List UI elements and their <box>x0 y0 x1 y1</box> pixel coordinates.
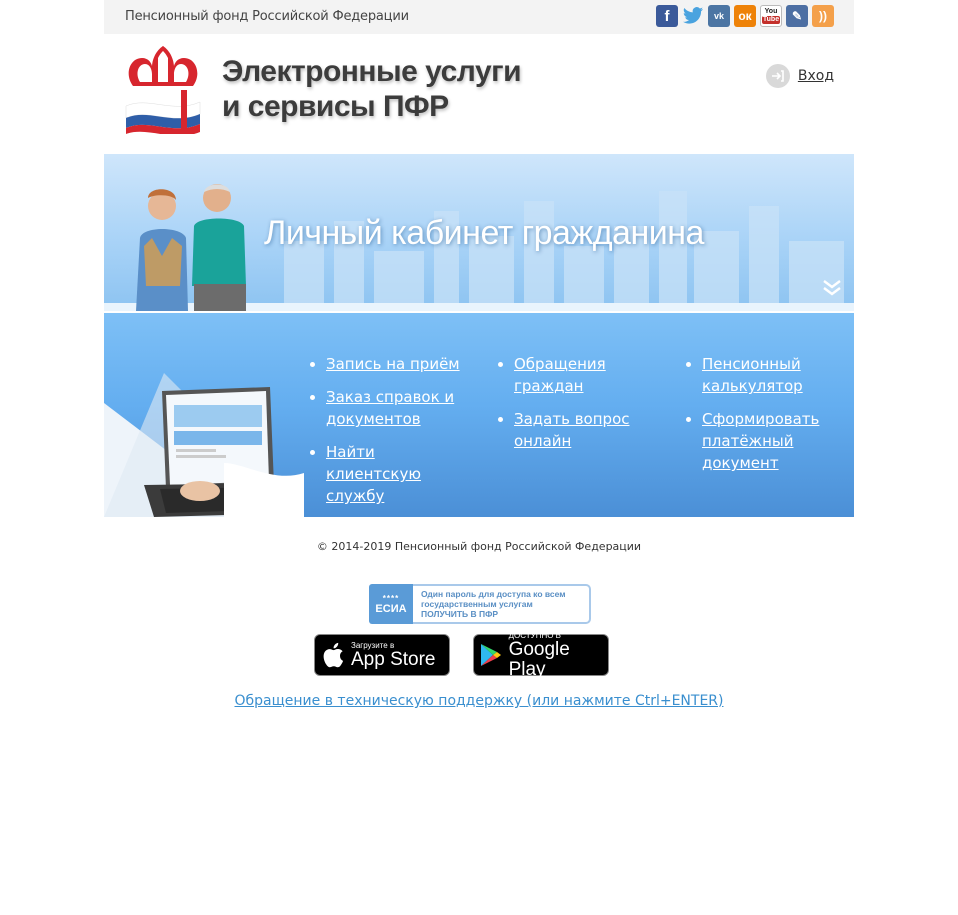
services-column-3: Пенсионный калькулятор Сформировать плат… <box>684 353 824 485</box>
app-store-text: Загрузите в App Store <box>351 641 436 670</box>
list-item: Задать вопрос онлайн <box>514 408 636 452</box>
rss-glyph: )) <box>819 9 827 23</box>
services-list-3: Пенсионный калькулятор Сформировать плат… <box>684 353 824 474</box>
banner-title: Личный кабинет гражданина <box>264 214 704 252</box>
support-section: Обращение в техническую поддержку (или н… <box>0 690 958 709</box>
top-bar: Пенсионный фонд Российской Федерации f v… <box>104 0 854 34</box>
double-chevron-down-icon[interactable] <box>822 279 842 297</box>
pfr-logo[interactable] <box>118 44 208 136</box>
services-column-2: Обращения граждан Задать вопрос онлайн <box>496 353 636 463</box>
site-title-line2: и сервисы ПФР <box>222 90 449 123</box>
list-item: Пенсионный калькулятор <box>702 353 824 397</box>
esia-line3: ПОЛУЧИТЬ В ПФР <box>421 609 499 619</box>
citizen-appeals-link[interactable]: Обращения граждан <box>514 355 606 395</box>
payment-document-link[interactable]: Сформировать платёжный документ <box>702 410 819 472</box>
elderly-couple-image <box>136 184 246 311</box>
order-documents-link[interactable]: Заказ справок и документов <box>326 388 454 428</box>
esia-banner[interactable]: **** ЕСИА Один пароль для доступа ко все… <box>369 584 591 624</box>
vkontakte-icon[interactable]: vk <box>708 5 730 27</box>
ask-question-online-link[interactable]: Задать вопрос онлайн <box>514 410 630 450</box>
google-play-text: ДОСТУПНО В Google Play <box>509 631 608 680</box>
vk-glyph: vk <box>713 11 724 21</box>
twitter-icon[interactable] <box>682 5 704 27</box>
apple-icon <box>315 642 351 668</box>
site-title: Электронные услуги и сервисы ПФР <box>222 54 522 124</box>
esia-badge-label: ЕСИА <box>375 602 407 615</box>
esia-stars: **** <box>382 593 400 603</box>
list-item: Найти клиентскую службу <box>326 441 468 507</box>
google-play-icon <box>474 643 509 667</box>
login-label[interactable]: Вход <box>798 68 834 84</box>
esia-line1: Один пароль для доступа ко всем <box>421 589 566 599</box>
app-store-big: App Store <box>351 648 436 670</box>
google-play-big: Google Play <box>508 638 570 680</box>
odnoklassniki-icon[interactable]: ок <box>734 5 756 27</box>
services-column-1: Запись на приём Заказ справок и документ… <box>308 353 468 517</box>
personal-cabinet-banner[interactable]: Личный кабинет гражданина <box>104 154 854 311</box>
list-item: Обращения граждан <box>514 353 636 397</box>
esia-text: Один пароль для доступа ко всем государс… <box>413 584 591 624</box>
site-header: Электронные услуги и сервисы ПФР Вход <box>104 34 854 154</box>
login-icon[interactable] <box>765 64 790 88</box>
list-item: Сформировать платёжный документ <box>702 408 824 474</box>
find-client-service-link[interactable]: Найти клиентскую службу <box>326 443 421 505</box>
lj-glyph: ✎ <box>791 9 803 23</box>
list-item: Заказ справок и документов <box>326 386 468 430</box>
site-title-line1: Электронные услуги <box>222 55 522 88</box>
google-play-button[interactable]: ДОСТУПНО В Google Play <box>473 631 609 679</box>
youtube-tube: Tube <box>761 16 781 24</box>
livejournal-icon[interactable]: ✎ <box>786 5 808 27</box>
youtube-you: You <box>764 8 778 15</box>
laptop-image <box>104 373 304 517</box>
ok-glyph: ок <box>738 9 752 23</box>
facebook-glyph: f <box>664 7 670 25</box>
copyright-text: © 2014-2019 Пенсионный фонд Российской Ф… <box>316 540 642 553</box>
youtube-icon[interactable]: You Tube <box>760 5 782 27</box>
services-list-2: Обращения граждан Задать вопрос онлайн <box>496 353 636 452</box>
rss-icon[interactable]: )) <box>812 5 834 27</box>
esia-line2: государственным услугам <box>421 599 533 609</box>
esia-badge: **** ЕСИА <box>369 584 413 624</box>
tech-support-link[interactable]: Обращение в техническую поддержку (или н… <box>234 693 723 709</box>
pension-calculator-link[interactable]: Пенсионный калькулятор <box>702 355 803 395</box>
social-links: f vk ок You Tube ✎ )) <box>656 5 834 27</box>
page-wrapper: Пенсионный фонд Российской Федерации f v… <box>104 0 854 517</box>
services-list-1: Запись на приём Заказ справок и документ… <box>308 353 468 507</box>
org-name: Пенсионный фонд Российской Федерации <box>125 9 409 24</box>
app-store-button[interactable]: Загрузите в App Store <box>314 634 450 676</box>
appointment-link[interactable]: Запись на приём <box>326 355 460 373</box>
login-link[interactable]: Вход <box>765 64 834 88</box>
services-panel: Запись на приём Заказ справок и документ… <box>104 313 854 517</box>
facebook-icon[interactable]: f <box>656 5 678 27</box>
list-item: Запись на приём <box>326 353 468 375</box>
